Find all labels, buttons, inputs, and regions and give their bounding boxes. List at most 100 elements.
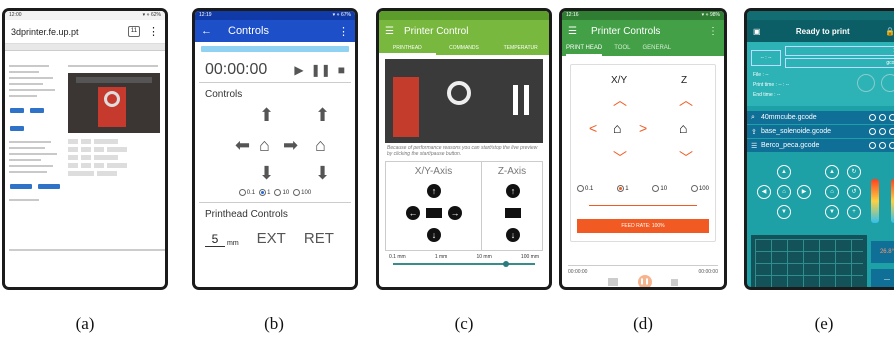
- radio-icon[interactable]: [652, 185, 660, 192]
- home-z-icon[interactable]: ⌂: [315, 136, 326, 154]
- arrow-up-icon[interactable]: ▲: [777, 165, 791, 179]
- z-up-icon[interactable]: ▲: [825, 165, 839, 179]
- retract-button[interactable]: RET: [304, 230, 334, 247]
- info-icon[interactable]: [889, 114, 894, 121]
- overflow-menu-icon[interactable]: ⋮: [708, 26, 718, 37]
- info-icon[interactable]: [889, 128, 894, 135]
- arrow-left-icon[interactable]: ◀: [757, 185, 771, 199]
- control-btn[interactable]: [68, 147, 78, 152]
- add-icon[interactable]: [869, 128, 876, 135]
- live-preview[interactable]: [385, 59, 543, 143]
- stop-icon[interactable]: [671, 278, 678, 286]
- control-btn[interactable]: [68, 163, 78, 168]
- arrow-left-icon[interactable]: ←: [406, 206, 420, 220]
- radio-icon[interactable]: [617, 185, 625, 192]
- play-icon[interactable]: [857, 74, 875, 92]
- control-btn[interactable]: [81, 163, 91, 168]
- z-up-icon[interactable]: ︿: [679, 93, 693, 107]
- control-btn[interactable]: [68, 155, 78, 160]
- z-down-icon[interactable]: ↓: [506, 228, 520, 242]
- radio-icon[interactable]: [238, 189, 246, 196]
- file-row[interactable]: ☰ Berco_peca.gcode: [747, 139, 894, 153]
- arrow-right-icon[interactable]: ➡: [283, 136, 298, 154]
- pause-icon[interactable]: [513, 85, 529, 115]
- home-xy-icon[interactable]: ⌂: [613, 121, 621, 135]
- play-pause-icon[interactable]: ❚❚: [637, 275, 652, 287]
- control-btn[interactable]: [94, 163, 104, 168]
- tab-temperature[interactable]: TEMPERATUR: [492, 42, 549, 55]
- radio-icon[interactable]: [274, 189, 282, 196]
- z-down-icon[interactable]: ⬇: [315, 164, 330, 182]
- tab-commands[interactable]: COMMANDS: [436, 42, 493, 55]
- control-btn[interactable]: [81, 139, 91, 144]
- back-arrow-icon[interactable]: ←: [201, 25, 212, 37]
- add-icon[interactable]: +: [847, 205, 861, 219]
- z-up-icon[interactable]: ⬆: [315, 106, 330, 124]
- extrude-icon[interactable]: ↻: [847, 165, 861, 179]
- lock-icon[interactable]: 🔒: [885, 27, 894, 36]
- step-option[interactable]: 1: [259, 189, 270, 196]
- home-xy-icon[interactable]: ⌂: [259, 136, 270, 154]
- add-icon[interactable]: [869, 142, 876, 149]
- sidebar-button[interactable]: [10, 184, 32, 189]
- arrow-down-icon[interactable]: ⬇: [259, 164, 274, 182]
- info-icon[interactable]: [889, 142, 894, 149]
- tab-tool[interactable]: TOOL: [614, 42, 630, 56]
- browser-menu-icon[interactable]: ⋮: [148, 25, 159, 38]
- sidebar-button[interactable]: [10, 108, 24, 113]
- extrude-amount-input[interactable]: 5: [205, 232, 225, 248]
- step-slider[interactable]: [393, 261, 535, 267]
- tab-print-head[interactable]: PRINT HEAD: [566, 42, 603, 56]
- pause-icon[interactable]: [881, 74, 894, 92]
- play-icon[interactable]: [879, 142, 886, 149]
- arrow-up-icon[interactable]: ↑: [427, 184, 441, 198]
- arrow-down-icon[interactable]: ↓: [427, 228, 441, 242]
- tabs-count-button[interactable]: 11: [128, 26, 140, 37]
- add-icon[interactable]: [869, 114, 876, 121]
- step-option[interactable]: 1: [617, 185, 629, 192]
- step-option[interactable]: 0.1: [238, 189, 255, 196]
- file-row[interactable]: ⇪ base_solenoide.gcode: [747, 125, 894, 139]
- pause-icon[interactable]: ❚❚: [311, 63, 331, 77]
- radio-icon[interactable]: [690, 185, 698, 192]
- control-btn[interactable]: [68, 139, 78, 144]
- step-option[interactable]: 10: [652, 185, 667, 192]
- step-option[interactable]: 0.1: [577, 185, 593, 192]
- hamburger-menu-icon[interactable]: ☰: [568, 26, 577, 37]
- overflow-menu-icon[interactable]: ⋮: [338, 25, 349, 38]
- url-text[interactable]: 3dprinter.fe.up.pt: [11, 27, 128, 37]
- extrude-button[interactable]: EXT: [257, 230, 286, 247]
- stop-icon[interactable]: ■: [338, 63, 345, 77]
- browser-address-bar[interactable]: 3dprinter.fe.up.pt 11 ⋮: [5, 20, 165, 44]
- tab-general[interactable]: GENERAL: [642, 42, 671, 56]
- arrow-up-icon[interactable]: ︿: [613, 93, 627, 107]
- feed-rate-button[interactable]: FEED RATE: 100%: [577, 219, 709, 233]
- sidebar-button[interactable]: [30, 108, 45, 113]
- step-option[interactable]: 10: [274, 189, 289, 196]
- control-field[interactable]: [94, 139, 118, 144]
- z-down-icon[interactable]: ▼: [825, 205, 839, 219]
- retract-icon[interactable]: ↺: [847, 185, 861, 199]
- arrow-down-icon[interactable]: ▼: [777, 205, 791, 219]
- printer-icon[interactable]: [608, 278, 618, 286]
- step-slider[interactable]: [589, 205, 697, 206]
- arrow-down-icon[interactable]: ﹀: [613, 151, 627, 165]
- home-z-icon[interactable]: ⌂: [679, 121, 687, 135]
- arrow-left-icon[interactable]: <: [589, 121, 597, 135]
- tab-printhead[interactable]: PRINTHEAD: [379, 42, 436, 55]
- hamburger-menu-icon[interactable]: ☰: [385, 26, 394, 37]
- control-field[interactable]: [94, 155, 118, 160]
- arrow-right-icon[interactable]: >: [639, 121, 647, 135]
- play-icon[interactable]: ▶: [294, 63, 303, 77]
- play-icon[interactable]: [879, 114, 886, 121]
- control-field[interactable]: [107, 147, 127, 152]
- step-option[interactable]: 100: [690, 185, 709, 192]
- control-btn[interactable]: [81, 155, 91, 160]
- play-icon[interactable]: [879, 128, 886, 135]
- home-z-icon[interactable]: ⌂: [825, 185, 839, 199]
- control-btn[interactable]: [94, 147, 104, 152]
- z-down-icon[interactable]: ﹀: [679, 151, 693, 165]
- arrow-right-icon[interactable]: →: [448, 206, 462, 220]
- arrow-up-icon[interactable]: ⬆: [259, 106, 274, 124]
- home-xy-icon[interactable]: ⌂: [777, 185, 791, 199]
